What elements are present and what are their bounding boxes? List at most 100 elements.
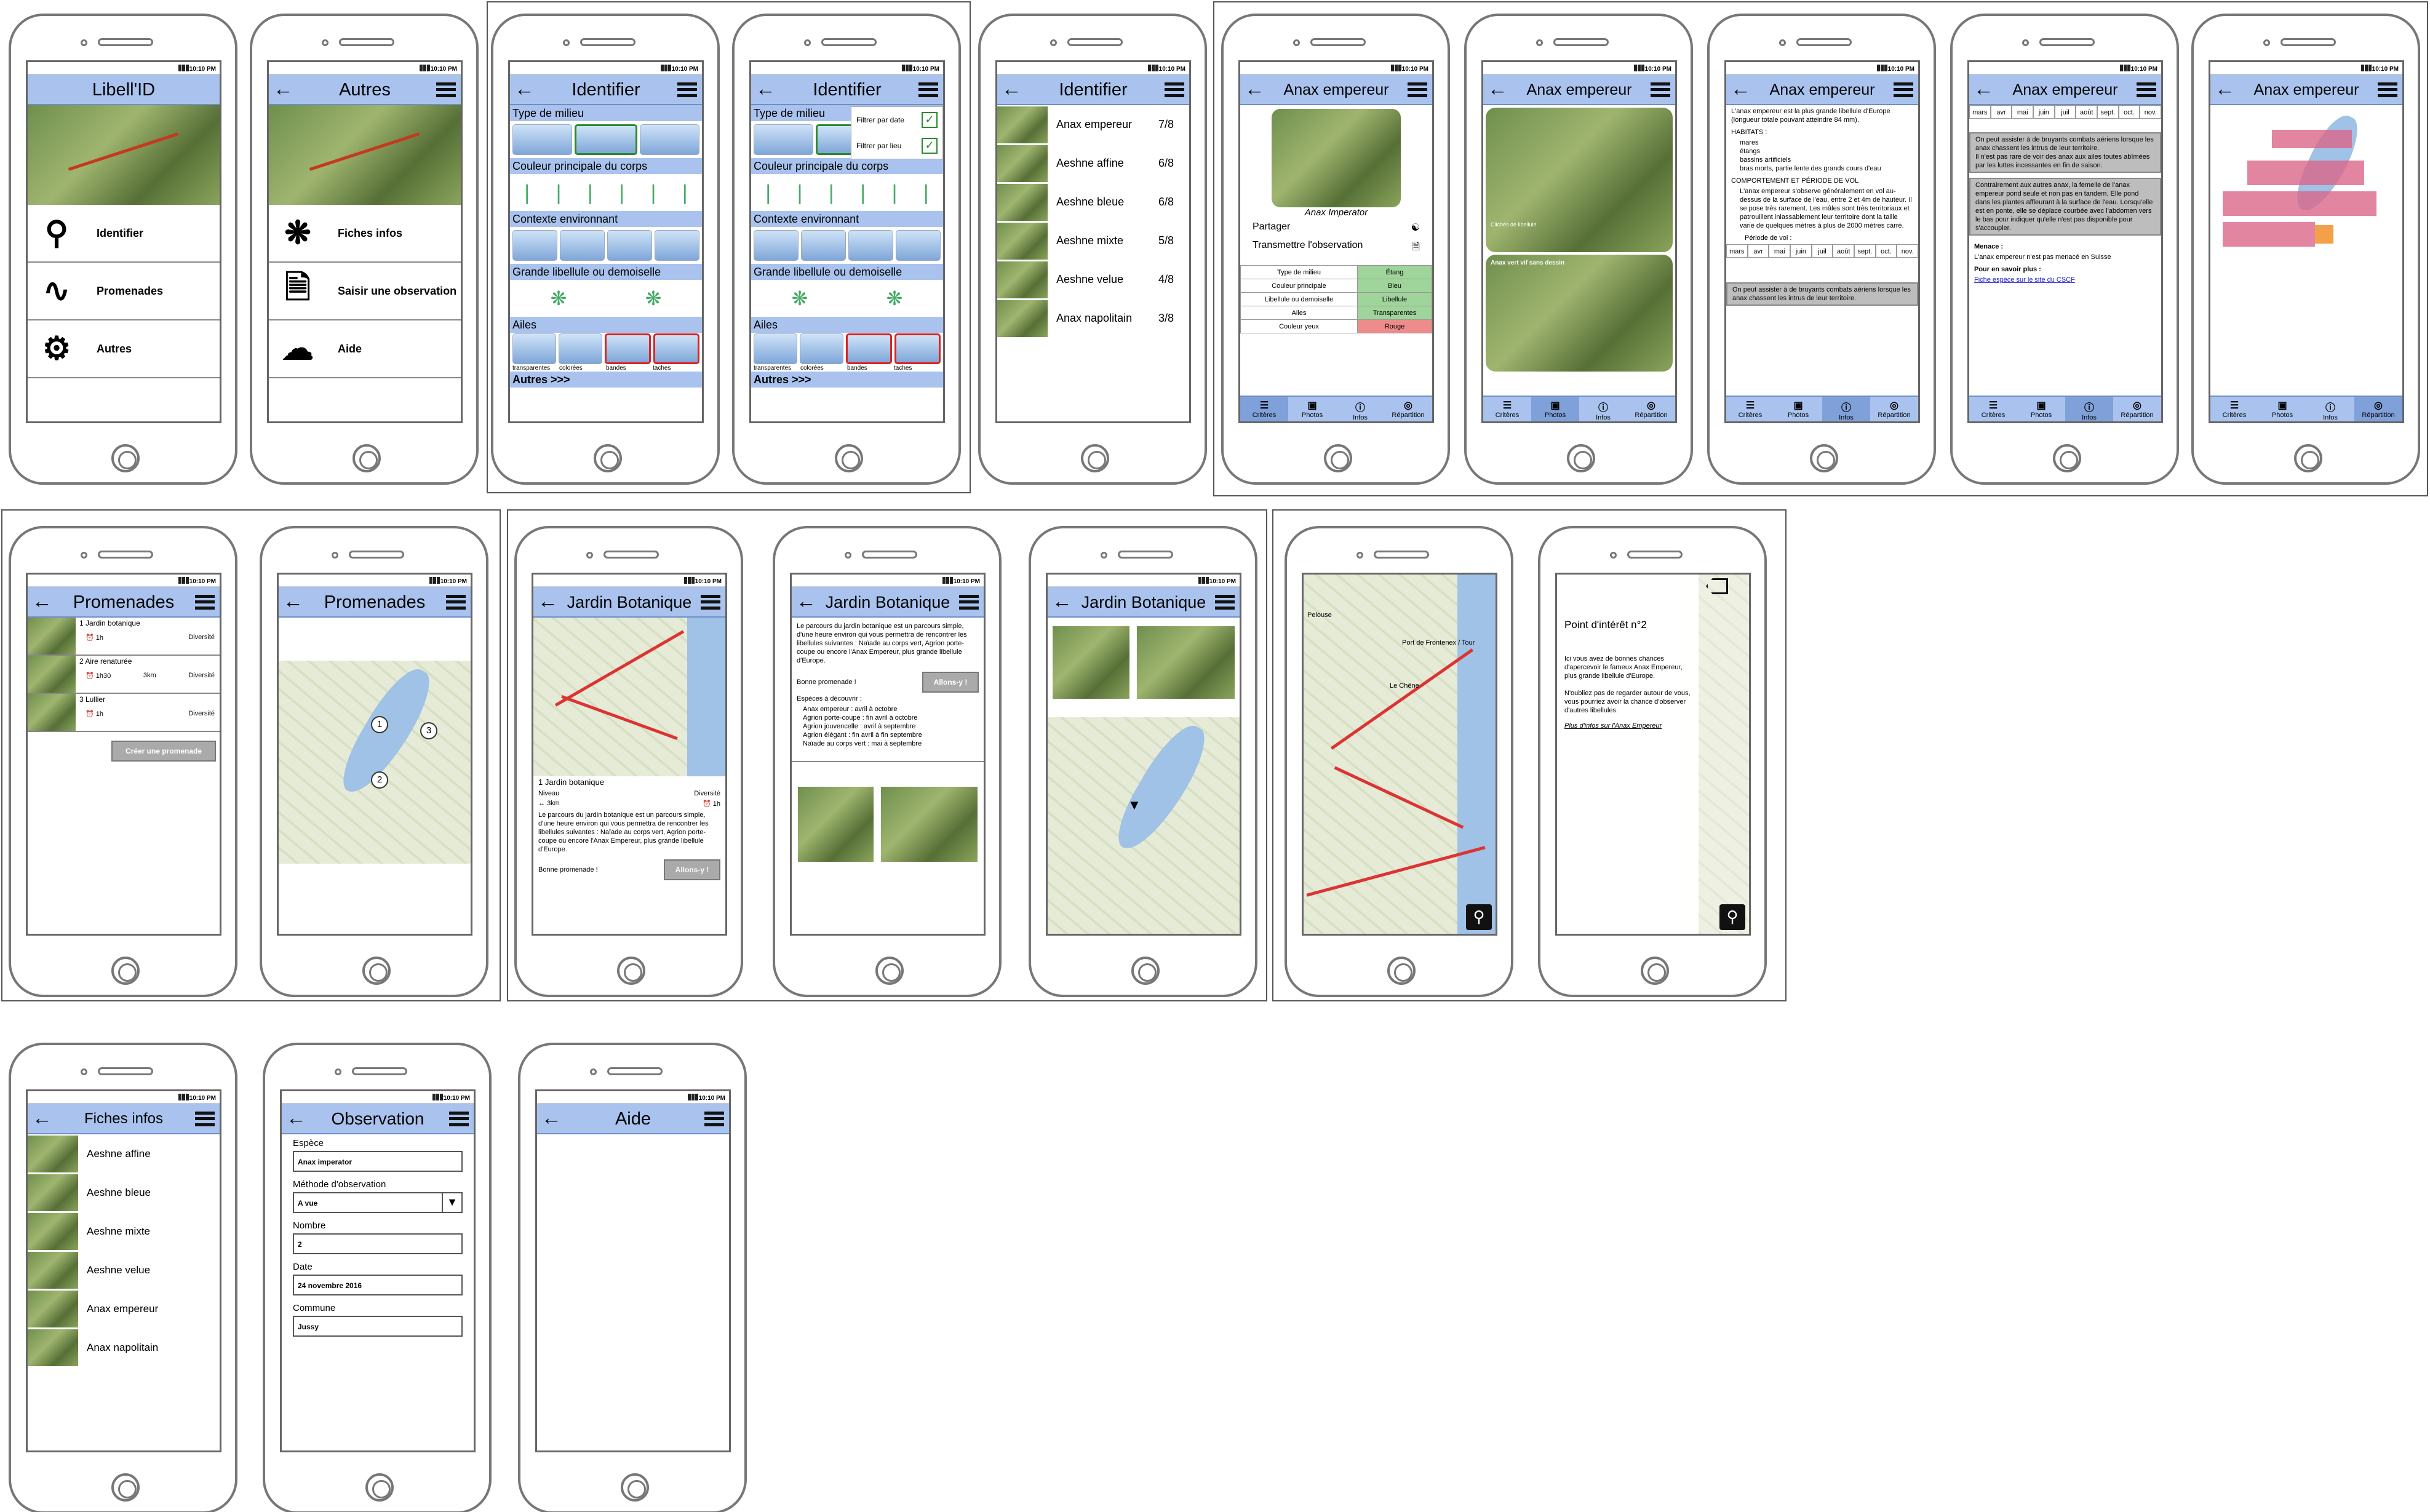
fiche-item[interactable]: Aeshne bleue xyxy=(28,1173,220,1212)
home-button[interactable] xyxy=(617,957,645,985)
zoom-search-icon[interactable]: ⚲ xyxy=(1719,904,1745,930)
result-item[interactable]: Aeshne affine 6/8 xyxy=(997,144,1189,183)
hamburger-menu-icon[interactable] xyxy=(436,82,456,97)
back-arrow-icon[interactable]: ← xyxy=(1245,74,1265,103)
tab-repartition[interactable]: ◎ Répartition xyxy=(1870,397,1918,421)
back-arrow-icon[interactable]: ← xyxy=(32,587,52,615)
species-photo[interactable] xyxy=(1053,626,1130,699)
home-button[interactable] xyxy=(1387,957,1416,985)
share-row[interactable]: Partager ☯ xyxy=(1240,218,1432,237)
home-button[interactable] xyxy=(1567,444,1595,472)
dragonfly-option[interactable]: ❋ xyxy=(512,283,605,314)
wing-option[interactable] xyxy=(800,333,843,364)
dragonfly-color-option[interactable]: ❘ xyxy=(671,177,699,208)
number-input[interactable]: 2 xyxy=(293,1233,463,1254)
dragonfly-color-option[interactable]: ❘ xyxy=(754,177,783,208)
tab-criteres[interactable]: ☰ Critères xyxy=(1483,397,1531,421)
back-arrow-icon[interactable]: ← xyxy=(1002,74,1022,103)
map-pin[interactable]: 1 xyxy=(371,716,388,733)
promenade-item[interactable]: 2 Aire renaturée ⏰ 1h30 3km Diversité xyxy=(28,656,220,694)
tab-photos[interactable]: ▣ Photos xyxy=(1774,397,1822,421)
back-arrow-icon[interactable]: ← xyxy=(1488,74,1508,103)
dragonfly-color-option[interactable]: ❘ xyxy=(785,177,814,208)
option-chip[interactable] xyxy=(607,230,652,261)
species-photo[interactable] xyxy=(798,787,874,862)
tab-criteres[interactable]: ☰ Critères xyxy=(1726,397,1774,421)
hamburger-menu-icon[interactable] xyxy=(195,1112,215,1126)
home-button[interactable] xyxy=(1641,957,1669,985)
dragonfly-color-option[interactable]: ❘ xyxy=(848,177,877,208)
more-link[interactable]: Fiche espèce sur le site du CSCF xyxy=(1969,276,2161,286)
option-chip[interactable] xyxy=(512,230,557,261)
home-button[interactable] xyxy=(365,1473,394,1502)
transmit-row[interactable]: Transmettre l'observation 🗎 xyxy=(1240,237,1432,259)
home-button[interactable] xyxy=(353,444,381,472)
tab-infos[interactable]: ⓘ Infos xyxy=(1822,397,1870,421)
fiche-item[interactable]: Aeshne mixte xyxy=(28,1212,220,1251)
hamburger-menu-icon[interactable] xyxy=(918,82,938,97)
map-pin[interactable]: 2 xyxy=(371,771,388,789)
back-arrow-icon[interactable]: ← xyxy=(1974,74,1994,103)
hamburger-menu-icon[interactable] xyxy=(2378,82,2397,97)
back-arrow-icon[interactable]: ← xyxy=(283,587,303,615)
tab-criteres[interactable]: ☰ Critères xyxy=(1240,397,1288,421)
hamburger-menu-icon[interactable] xyxy=(195,595,215,610)
method-select[interactable]: A vue ▼ xyxy=(293,1192,463,1213)
result-item[interactable]: Aeshne bleue 6/8 xyxy=(997,183,1189,221)
home-button[interactable] xyxy=(1081,444,1109,472)
tab-photos[interactable]: ▣ Photos xyxy=(1531,397,1579,421)
damselfly-option[interactable]: ❋ xyxy=(848,283,941,314)
tab-photos[interactable]: ▣ Photos xyxy=(2017,397,2065,421)
tab-criteres[interactable]: ☰ Critères xyxy=(2210,397,2258,421)
dragonfly-color-option[interactable]: ❘ xyxy=(607,177,636,208)
dragonfly-color-option[interactable]: ❘ xyxy=(912,177,941,208)
dragonfly-color-option[interactable]: ❘ xyxy=(512,177,541,208)
checkbox-checked-icon[interactable]: ✓ xyxy=(922,112,938,128)
back-arrow-icon[interactable]: ← xyxy=(273,74,293,103)
menu-promenades[interactable]: ∿ Promenades xyxy=(28,263,220,320)
hamburger-menu-icon[interactable] xyxy=(1651,82,1670,97)
zoom-search-icon[interactable]: ⚲ xyxy=(1466,904,1492,930)
tab-photos[interactable]: ▣ Photos xyxy=(2258,397,2306,421)
garden-map[interactable] xyxy=(533,618,725,776)
wing-option[interactable] xyxy=(846,333,892,364)
home-button[interactable] xyxy=(1810,444,1838,472)
hamburger-menu-icon[interactable] xyxy=(2137,82,2156,97)
trail-map[interactable]: Pelouse Port de Frontenex / Tour Le Chên… xyxy=(1304,575,1496,934)
dragonfly-color-option[interactable]: ❘ xyxy=(817,177,846,208)
home-button[interactable] xyxy=(111,444,140,472)
fiche-item[interactable]: Aeshne velue xyxy=(28,1251,220,1289)
hamburger-menu-icon[interactable] xyxy=(701,595,720,610)
hamburger-menu-icon[interactable] xyxy=(959,595,979,610)
wing-option[interactable] xyxy=(754,333,797,364)
wing-option[interactable] xyxy=(605,333,651,364)
promenade-item[interactable]: 3 Lullier ⏰ 1h Diversité xyxy=(28,694,220,732)
dragonfly-color-option[interactable]: ❘ xyxy=(576,177,605,208)
hamburger-menu-icon[interactable] xyxy=(446,595,466,610)
region-map[interactable]: 1 2 3 xyxy=(279,659,471,864)
home-button[interactable] xyxy=(111,1473,140,1502)
home-button[interactable] xyxy=(835,444,863,472)
option-chip[interactable] xyxy=(639,124,699,155)
menu-aide[interactable]: ☁ Aide xyxy=(269,320,461,378)
commune-input[interactable]: Jussy xyxy=(293,1316,463,1337)
hamburger-menu-icon[interactable] xyxy=(1408,82,1427,97)
back-arrow-icon[interactable]: ← xyxy=(1052,587,1072,615)
home-button[interactable] xyxy=(621,1473,649,1502)
back-arrow-icon[interactable]: ← xyxy=(1731,74,1751,103)
document-icon[interactable]: 🗎 xyxy=(1412,240,1420,257)
back-arrow-icon[interactable]: ← xyxy=(755,74,776,103)
damselfly-option[interactable]: ❋ xyxy=(607,283,699,314)
filter-lieu-row[interactable]: Filtrer par lieu ✓ xyxy=(851,133,942,159)
option-chip[interactable] xyxy=(560,230,605,261)
option-chip[interactable] xyxy=(896,230,941,261)
fiche-item[interactable]: Anax napolitain xyxy=(28,1328,220,1367)
dragonfly-color-option[interactable]: ❘ xyxy=(639,177,667,208)
back-arrow-icon[interactable]: ← xyxy=(514,74,535,103)
more-criteria-link[interactable]: Autres >>> xyxy=(510,372,702,388)
menu-saisir-observation[interactable]: 🗎 Saisir une observation xyxy=(269,263,461,320)
option-chip[interactable] xyxy=(754,230,799,261)
dropdown-arrow-icon[interactable]: ▼ xyxy=(442,1193,461,1212)
share-icon[interactable]: ☯ xyxy=(1411,221,1420,234)
home-button[interactable] xyxy=(2053,444,2081,472)
